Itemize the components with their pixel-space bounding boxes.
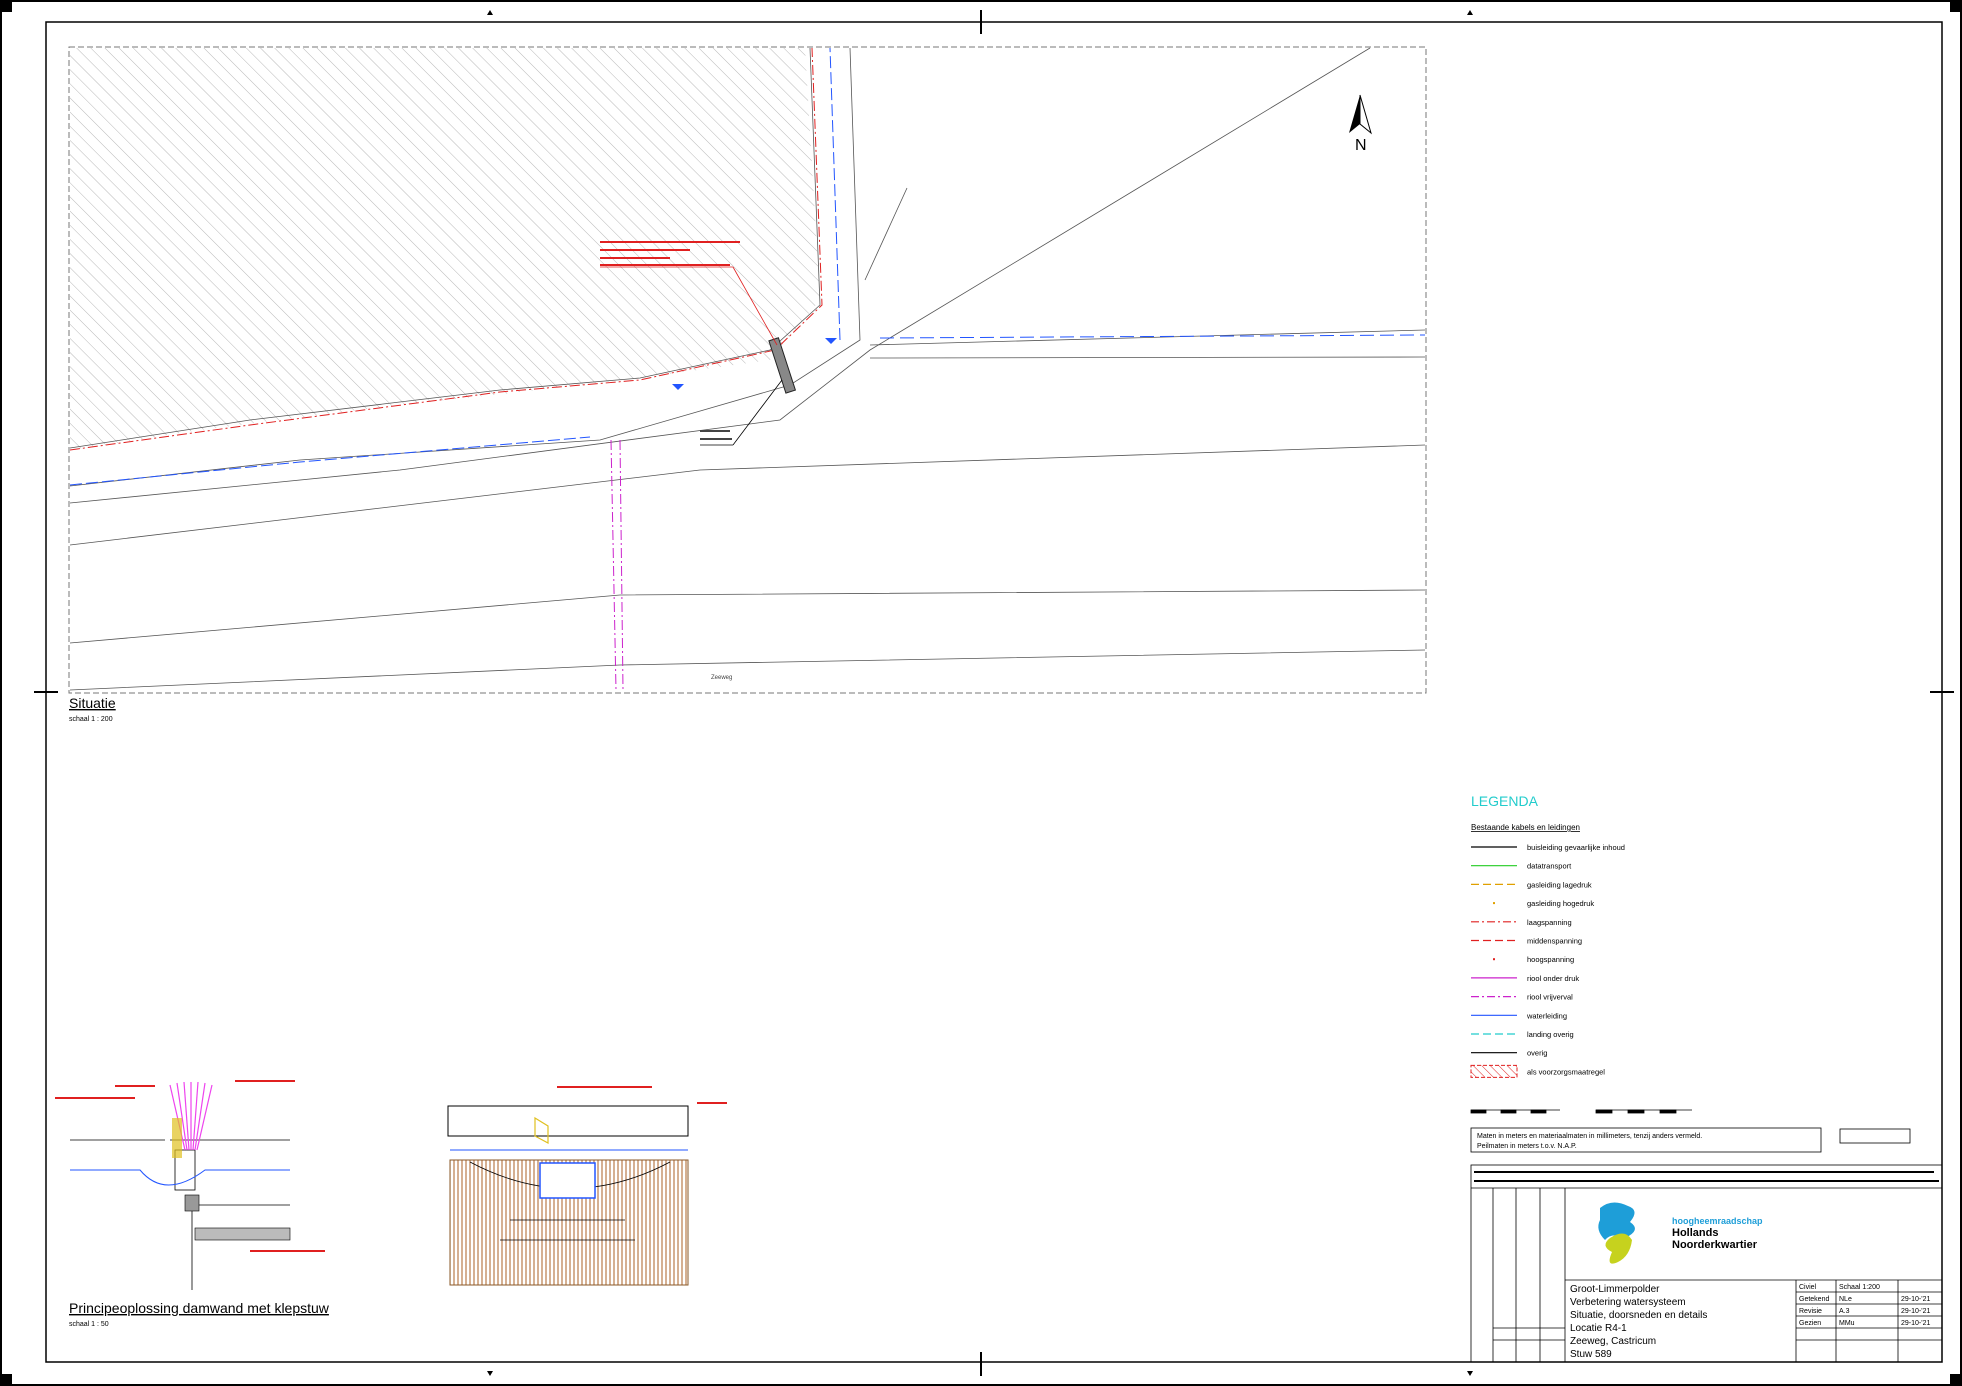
weir-marker bbox=[768, 337, 797, 394]
org-line-3: Noorderkwartier bbox=[1672, 1239, 1758, 1251]
situation-scale: schaal 1 : 200 bbox=[69, 716, 113, 723]
legend-item: hoogspanning bbox=[1493, 955, 1574, 964]
notes-line-2: Peilmaten in meters t.o.v. N.A.P. bbox=[1477, 1143, 1577, 1150]
legend-swatch bbox=[1470, 1064, 1518, 1078]
legend-label: landing overig bbox=[1527, 1030, 1574, 1039]
hatched-plot bbox=[70, 48, 820, 450]
tb-row-date: 29-10-'21 bbox=[1901, 1308, 1930, 1315]
legend-item: middenspanning bbox=[1471, 937, 1582, 946]
project-line-4: Locatie R4-1 bbox=[1570, 1323, 1627, 1334]
scale-bars bbox=[1470, 1109, 1692, 1114]
corner-mark-tr bbox=[1950, 0, 1962, 12]
notes-line-1: Maten in meters en materiaalmaten in mil… bbox=[1477, 1133, 1702, 1140]
situation-viewport: N Zeeweg bbox=[68, 46, 1427, 694]
corner-mark-br bbox=[1950, 1374, 1962, 1386]
legend-subtitle: Bestaande kabels en leidingen bbox=[1471, 823, 1580, 832]
tb-row-key: Civiel bbox=[1799, 1284, 1817, 1291]
legend: LEGENDA Bestaande kabels en leidingen bu… bbox=[1470, 793, 1625, 1078]
tb-row-value: A.3 bbox=[1839, 1308, 1850, 1315]
legend-label: gasleiding lagedruk bbox=[1527, 880, 1592, 889]
north-label: N bbox=[1355, 137, 1367, 154]
legend-title: LEGENDA bbox=[1471, 793, 1539, 809]
legend-item: gasleiding lagedruk bbox=[1471, 880, 1592, 889]
tb-row-date: 29-10-'21 bbox=[1901, 1296, 1930, 1303]
tb-row-key: Gezien bbox=[1799, 1320, 1821, 1327]
legend-label: middenspanning bbox=[1527, 937, 1582, 946]
project-line-6: Stuw 589 bbox=[1570, 1349, 1612, 1360]
legend-label: riool onder druk bbox=[1527, 974, 1579, 983]
legend-label: waterleiding bbox=[1526, 1011, 1567, 1020]
black-annotation bbox=[700, 379, 783, 446]
detail-scale: schaal 1 : 50 bbox=[69, 1321, 109, 1328]
situation-title: Situatie bbox=[69, 695, 116, 711]
black-annotation-text bbox=[700, 430, 732, 440]
legend-item: overig bbox=[1471, 1049, 1547, 1058]
tb-row-key: Revisie bbox=[1799, 1308, 1822, 1315]
water-level-marker bbox=[672, 384, 684, 390]
tb-row-date: 29-10-'21 bbox=[1901, 1320, 1930, 1327]
detail-title: Principeoplossing damwand met klepstuw bbox=[69, 1300, 330, 1316]
legend-item: waterleiding bbox=[1471, 1011, 1567, 1020]
legend-label: overig bbox=[1527, 1049, 1547, 1058]
road-label: Zeeweg bbox=[711, 675, 732, 681]
stamp-box bbox=[1839, 1128, 1911, 1144]
legend-label: laagspanning bbox=[1527, 918, 1572, 927]
tb-row-value: NLe bbox=[1839, 1296, 1852, 1303]
legend-label: datatransport bbox=[1527, 862, 1572, 871]
legend-item: landing overig bbox=[1471, 1030, 1574, 1039]
water-level-marker-2 bbox=[825, 338, 837, 344]
corner-mark-tl bbox=[0, 0, 12, 12]
legend-item: als voorzorgsmaatregel bbox=[1470, 1064, 1605, 1078]
legend-label: hoogspanning bbox=[1527, 955, 1574, 964]
legend-item: gasleiding hogedruk bbox=[1493, 899, 1594, 908]
legend-item: laagspanning bbox=[1471, 918, 1572, 927]
project-line-2: Verbetering watersysteem bbox=[1570, 1297, 1686, 1308]
legend-item: buisleiding gevaarlijke inhoud bbox=[1471, 843, 1625, 852]
section-detail-drawing bbox=[55, 1080, 325, 1290]
legend-label: buisleiding gevaarlijke inhoud bbox=[1527, 843, 1625, 852]
project-line-3: Situatie, doorsneden en details bbox=[1570, 1310, 1707, 1321]
title-block-rows: Civiel Schaal 1:200 Getekend NLe 29-10-'21 Re… bbox=[1799, 1284, 1930, 1327]
north-arrow-icon bbox=[1349, 94, 1372, 135]
legend-item: riool onder druk bbox=[1471, 974, 1579, 983]
tb-row-key: Getekend bbox=[1799, 1296, 1829, 1303]
org-line-2: Hollands bbox=[1672, 1227, 1718, 1239]
project-line-5: Zeeweg, Castricum bbox=[1570, 1336, 1656, 1347]
front-view-drawing bbox=[447, 1086, 727, 1286]
tb-row-value: MMu bbox=[1839, 1320, 1855, 1327]
legend-label: riool vrijverval bbox=[1527, 993, 1573, 1002]
org-line-1: hoogheemraadschap bbox=[1672, 1216, 1763, 1226]
hhnk-logo bbox=[1598, 1202, 1635, 1264]
legend-item: riool vrijverval bbox=[1471, 993, 1573, 1002]
title-block bbox=[1470, 1164, 1943, 1363]
legend-label: gasleiding hogedruk bbox=[1527, 899, 1594, 908]
tb-row-value: Schaal 1:200 bbox=[1839, 1284, 1880, 1291]
corner-mark-bl bbox=[0, 1374, 12, 1386]
legend-item: datatransport bbox=[1471, 862, 1572, 871]
title-block-header-text bbox=[1474, 1171, 1939, 1182]
drawing-sheet: N Zeeweg Situatie schaal 1 : 200 Princip… bbox=[0, 0, 1962, 1386]
legend-label: als voorzorgsmaatregel bbox=[1527, 1067, 1605, 1076]
legend-items: buisleiding gevaarlijke inhoud datatransp… bbox=[1470, 843, 1625, 1078]
project-line-1: Groot-Limmerpolder bbox=[1570, 1284, 1660, 1295]
